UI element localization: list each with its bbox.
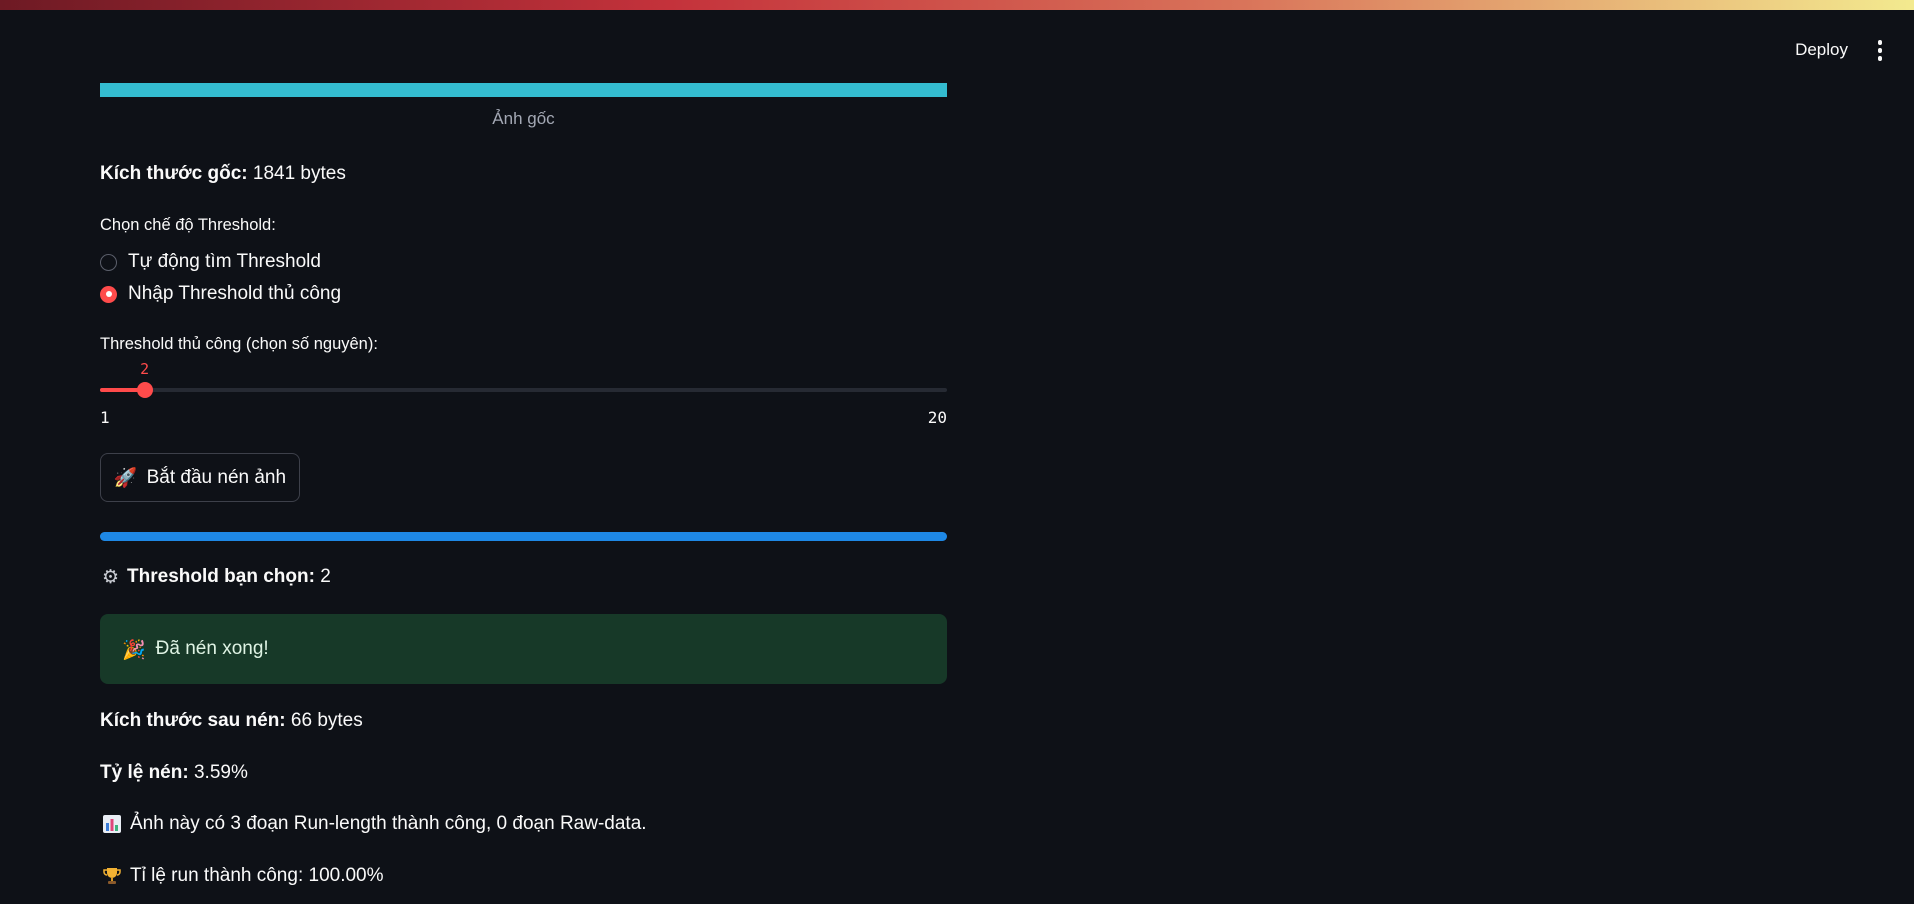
party-popper-icon: 🎉 bbox=[122, 638, 146, 661]
radio-circle-unchecked-icon[interactable] bbox=[100, 253, 117, 271]
slider-min-label: 1 bbox=[100, 408, 110, 427]
success-message: Đã nén xong! bbox=[155, 638, 269, 659]
compressed-size-label: Kích thước sau nén: bbox=[100, 710, 286, 731]
slider-track[interactable] bbox=[100, 388, 947, 392]
compressed-size-value: 66 bytes bbox=[290, 710, 363, 731]
compression-ratio-value: 3.59% bbox=[193, 762, 248, 783]
start-compression-button[interactable]: 🚀 Bắt đầu nén ảnh bbox=[100, 453, 300, 502]
progress-bar bbox=[100, 532, 947, 541]
image-caption: Ảnh gốc bbox=[492, 109, 555, 128]
radio-option-auto-label: Tự động tìm Threshold bbox=[128, 251, 321, 272]
bar-chart-icon bbox=[103, 815, 121, 833]
success-rate-message: Tỉ lệ run thành công: 100.00% bbox=[130, 865, 384, 886]
runs-info-message: Ảnh này có 3 đoạn Run-length thành công,… bbox=[130, 813, 647, 834]
success-rate-text: Tỉ lệ run thành công: 100.00% bbox=[102, 865, 384, 887]
compression-ratio-label: Tỷ lệ nén: bbox=[100, 762, 189, 783]
original-size-value: 1841 bytes bbox=[252, 163, 346, 184]
original-size-text: Kích thước gốc: 1841 bytes bbox=[100, 163, 346, 185]
trophy-icon bbox=[103, 868, 121, 884]
radio-option-manual[interactable]: Nhập Threshold thủ công bbox=[100, 283, 341, 305]
success-alert: 🎉 Đã nén xong! bbox=[100, 614, 947, 684]
vertical-ellipsis-icon[interactable] bbox=[1870, 40, 1890, 61]
gear-icon: ⚙ bbox=[102, 566, 120, 588]
radio-option-manual-label: Nhập Threshold thủ công bbox=[128, 283, 342, 304]
rocket-icon: 🚀 bbox=[113, 467, 138, 489]
slider-thumb[interactable] bbox=[136, 382, 153, 398]
slider-label: Threshold thủ công (chọn số nguyên): bbox=[100, 335, 378, 353]
threshold-mode-label: Chọn chế độ Threshold: bbox=[100, 216, 276, 234]
compression-ratio-text: Tỷ lệ nén: 3.59% bbox=[100, 762, 248, 784]
original-size-label: Kích thước gốc: bbox=[100, 163, 248, 184]
compressed-size-text: Kích thước sau nén: 66 bytes bbox=[100, 710, 363, 732]
radio-circle-checked-icon[interactable] bbox=[100, 285, 117, 303]
original-image bbox=[100, 83, 947, 97]
threshold-chosen-value: 2 bbox=[320, 566, 331, 587]
top-decoration-bar bbox=[0, 0, 1914, 10]
threshold-chosen-text: ⚙ Threshold bạn chọn: 2 bbox=[102, 566, 331, 588]
slider-max-label: 20 bbox=[927, 408, 947, 427]
header-toolbar: Deploy bbox=[1795, 40, 1890, 61]
threshold-chosen-label: Threshold bạn chọn: bbox=[127, 566, 315, 587]
slider-current-value: 2 bbox=[140, 360, 150, 378]
radio-option-auto[interactable]: Tự động tìm Threshold bbox=[100, 251, 321, 273]
runs-info-text: Ảnh này có 3 đoạn Run-length thành công,… bbox=[102, 813, 647, 835]
deploy-button[interactable]: Deploy bbox=[1795, 40, 1848, 60]
start-compression-label: Bắt đầu nén ảnh bbox=[146, 466, 287, 488]
